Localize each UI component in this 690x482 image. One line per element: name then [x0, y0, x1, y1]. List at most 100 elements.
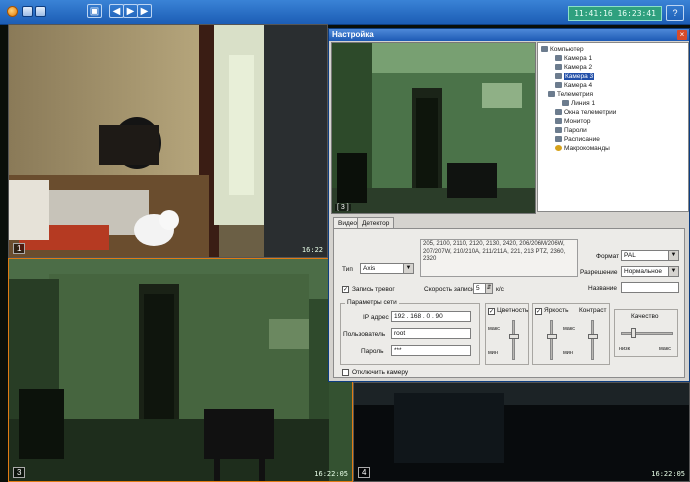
device-tree: Компьютер Камера 1 Камера 2 Камера 3 Кам… — [537, 42, 689, 212]
close-icon[interactable]: × — [677, 30, 687, 40]
camera-icon — [555, 55, 562, 62]
camera-preview: [ 3 ] — [331, 42, 536, 214]
user-field[interactable]: root — [391, 328, 471, 339]
brightness-slider-thumb[interactable] — [547, 334, 557, 339]
record-speed-label: Скорость записи — [424, 286, 475, 293]
chroma-max-label: макс — [488, 326, 501, 332]
chroma-group: ✓ Цветность макс мин — [485, 303, 529, 365]
type-label: Тип — [342, 266, 353, 273]
ip-label: IP адрес — [363, 314, 389, 321]
camera-icon[interactable]: ▣ — [87, 4, 102, 18]
name-field[interactable] — [621, 282, 679, 293]
chevron-down-icon: ▼ — [668, 267, 678, 276]
format-select[interactable]: PAL ▼ — [621, 250, 679, 261]
quality-slider-thumb[interactable] — [631, 328, 636, 338]
record-alarm-checkbox[interactable]: ✓ — [342, 286, 349, 293]
contrast-max-label: макс — [563, 326, 576, 332]
camera-3-image — [9, 259, 352, 481]
record-alarm-label: Запись тревог — [352, 286, 395, 293]
network-group-title: Параметры сети — [345, 299, 399, 307]
name-label: Название — [588, 285, 618, 292]
brightness-contrast-group: ✓ Яркость Контраст макс мин — [532, 303, 610, 365]
tree-camera-2[interactable]: Камера 2 — [555, 64, 592, 72]
rewind-icon[interactable]: ◀ — [109, 4, 124, 18]
contrast-slider[interactable] — [591, 320, 594, 360]
camera-icon — [555, 64, 562, 71]
window-icon — [555, 109, 562, 116]
chroma-min-label: мин — [488, 350, 498, 356]
settings-window: Настройка × [ 3 ] Компьютер Камера 1 Кам… — [328, 28, 690, 382]
clock-display: 11:41:16 16:23:41 — [568, 6, 662, 21]
camera-1-number: 1 — [13, 243, 26, 254]
top-toolbar: ▣ ◀ ▶ ▶ 11:41:16 16:23:41 ? — [0, 0, 690, 25]
brightness-checkbox[interactable]: ✓ — [535, 308, 542, 315]
camera-4-number: 4 — [358, 467, 371, 478]
disable-camera-checkbox[interactable] — [342, 369, 349, 376]
chroma-label: Цветность — [497, 307, 529, 314]
preview-image — [332, 43, 535, 213]
help-icon[interactable]: ? — [666, 5, 684, 21]
calendar-icon — [555, 136, 562, 143]
chroma-checkbox[interactable]: ✓ — [488, 308, 495, 315]
quality-slider[interactable] — [621, 332, 673, 335]
quality-group: Качество низк макс — [614, 309, 678, 357]
quality-label: Качество — [631, 313, 659, 320]
tree-schedule[interactable]: Расписание — [555, 136, 600, 144]
contrast-label: Контраст — [579, 307, 607, 314]
chroma-slider[interactable] — [512, 320, 515, 360]
network-group: Параметры сети IP адрес 192 . 168 . 0 . … — [340, 299, 480, 365]
camera-4-image — [354, 383, 689, 481]
password-label: Пароль — [361, 348, 384, 355]
spinner-icon[interactable]: ⇵ — [485, 284, 492, 293]
telemetry-icon — [548, 91, 555, 98]
preview-label: [ 3 ] — [335, 204, 351, 211]
tree-monitor[interactable]: Монитор — [555, 118, 590, 126]
supported-models-text: 205, 2100, 2110, 2120, 2130, 2420, 206/2… — [420, 239, 578, 277]
settings-title: Настройка — [329, 29, 689, 41]
contrast-slider-thumb[interactable] — [588, 334, 598, 339]
app-menu-button[interactable] — [7, 6, 18, 17]
layout-4-button[interactable] — [35, 6, 46, 17]
line-icon — [562, 100, 569, 107]
camera-icon — [555, 73, 562, 80]
tree-camera-3[interactable]: Камера 3 — [555, 73, 595, 81]
computer-icon — [541, 46, 548, 53]
camera-1-image — [9, 25, 327, 257]
type-select[interactable]: Axis ▼ — [360, 263, 414, 274]
contrast-min-label: мин — [563, 350, 573, 356]
play-icon[interactable]: ▶ — [123, 4, 138, 18]
resolution-label: Разрешение — [580, 269, 618, 276]
camera-view-1[interactable]: 1 16:22 — [8, 24, 328, 258]
ip-address-field[interactable]: 192 . 168 . 0 . 90 — [391, 311, 471, 322]
forward-icon[interactable]: ▶ — [137, 4, 152, 18]
user-label: Пользователь — [343, 331, 386, 338]
brightness-slider[interactable] — [550, 320, 553, 360]
quality-high-label: макс — [659, 346, 672, 352]
camera-view-4[interactable]: 4 16:22:05 — [353, 382, 690, 482]
tree-line-1[interactable]: Линия 1 — [562, 100, 595, 108]
tree-telemetry[interactable]: Телеметрия — [548, 91, 593, 99]
resolution-select[interactable]: Нормальное ▼ — [621, 266, 679, 277]
tree-macros[interactable]: Макрокоманды — [555, 145, 610, 153]
layout-1-button[interactable] — [22, 6, 33, 17]
tree-camera-1[interactable]: Камера 1 — [555, 55, 592, 63]
camera-3-timestamp: 16:22:05 — [314, 470, 348, 478]
chevron-down-icon: ▼ — [668, 251, 678, 260]
camera-3-number: 3 — [13, 467, 26, 478]
camera-icon — [555, 82, 562, 89]
chroma-slider-thumb[interactable] — [509, 334, 519, 339]
key-icon — [555, 127, 562, 134]
quality-low-label: низк — [619, 346, 631, 352]
disable-camera-label: Отключить камеру — [352, 369, 409, 376]
tree-passwords[interactable]: Пароли — [555, 127, 587, 135]
tree-camera-4[interactable]: Камера 4 — [555, 82, 592, 90]
tree-root[interactable]: Компьютер — [541, 46, 584, 54]
camera-view-3[interactable]: 3 16:22:05 — [8, 258, 353, 482]
camera-4-timestamp: 16:22:05 — [651, 470, 685, 478]
record-speed-field[interactable]: 5 ⇵ — [473, 283, 493, 294]
format-label: Формат — [596, 253, 620, 260]
monitor-icon — [555, 118, 562, 125]
camera-1-timestamp: 16:22 — [301, 246, 323, 254]
password-field[interactable]: *** — [391, 345, 471, 356]
tree-telemetry-windows[interactable]: Окна телеметрии — [555, 109, 616, 117]
